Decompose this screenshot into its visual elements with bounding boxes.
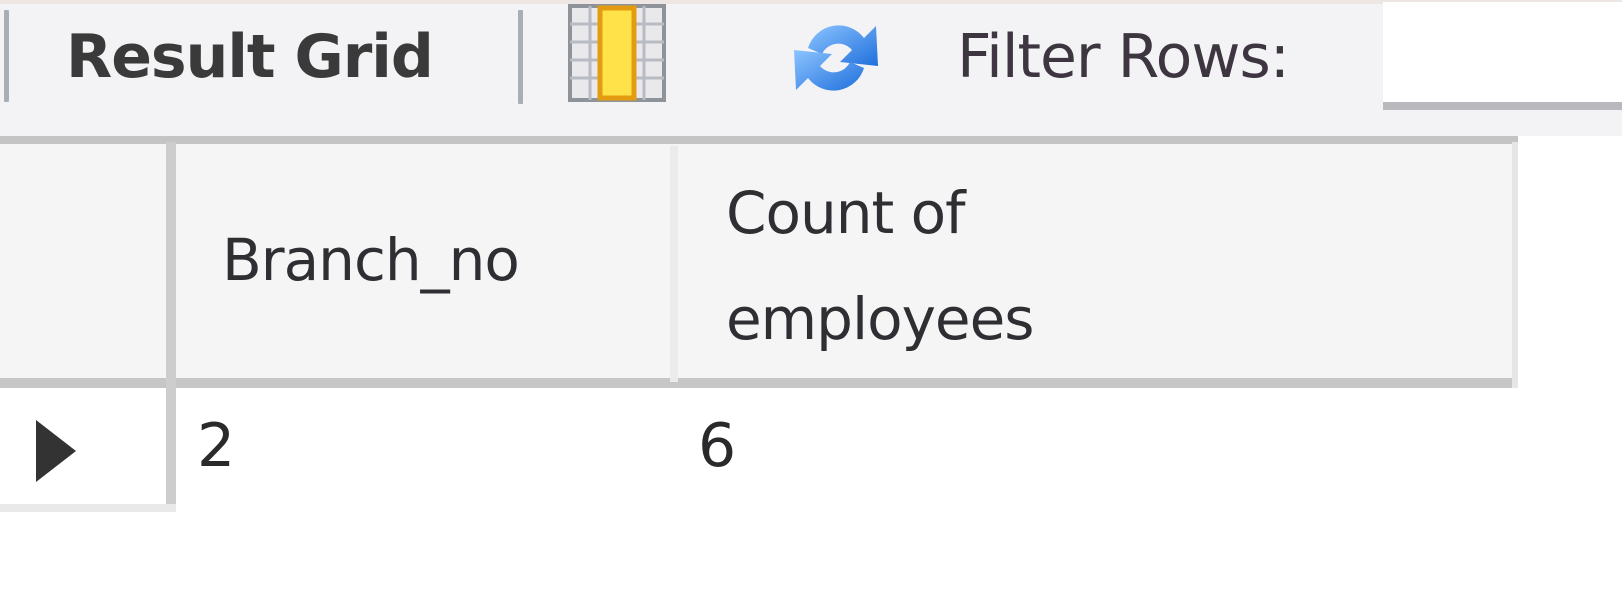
toolbar-top-border	[0, 0, 1622, 4]
cell-count-of-employees[interactable]: 6	[698, 406, 736, 486]
refresh-icon	[794, 25, 878, 91]
header-divider	[0, 378, 1518, 388]
result-grid-panel: Result Grid Filter Rows: Branch_no Count…	[0, 0, 1622, 610]
filter-rows-input[interactable]	[1383, 2, 1622, 110]
result-grid: Branch_no Count of employees 2 6	[0, 136, 1622, 610]
column-header-count-of-employees[interactable]: Count of employees	[726, 160, 1186, 372]
grid-yellow-column-icon	[568, 4, 666, 102]
cell-branch-no[interactable]: 2	[197, 406, 235, 486]
current-row-pointer-icon	[34, 416, 78, 486]
column-header-branch-no[interactable]: Branch_no	[222, 206, 520, 314]
toolbar-separator	[4, 10, 9, 102]
row-divider	[0, 504, 176, 512]
row-header-column	[0, 136, 168, 510]
column-divider[interactable]	[1512, 142, 1518, 388]
row-header-divider	[166, 142, 176, 510]
column-divider[interactable]	[670, 146, 678, 382]
result-grid-tab[interactable]: Result Grid	[66, 14, 434, 100]
refresh-button[interactable]	[778, 8, 894, 108]
toolbar-separator	[518, 10, 523, 104]
result-toolbar: Result Grid Filter Rows:	[0, 0, 1622, 136]
grid-toggle-button[interactable]	[568, 4, 668, 104]
filter-rows-label: Filter Rows:	[957, 22, 1290, 92]
